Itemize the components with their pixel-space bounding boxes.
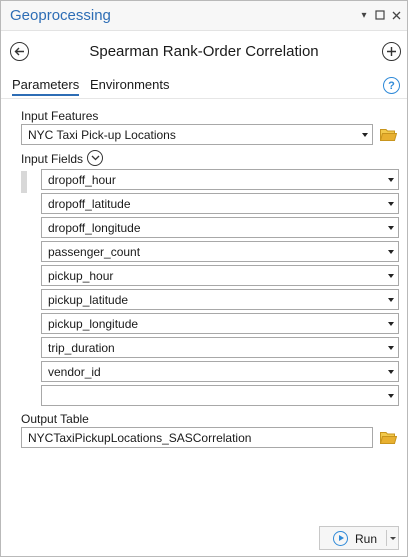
chevron-down-icon <box>388 274 394 278</box>
chevron-down-icon <box>388 178 394 182</box>
field-select-empty[interactable] <box>41 385 399 406</box>
close-icon[interactable] <box>389 8 403 22</box>
chevron-down-icon <box>388 226 394 230</box>
play-icon <box>333 531 348 546</box>
field-select-3[interactable]: dropoff_longitude <box>41 217 399 238</box>
field-select-6[interactable]: pickup_latitude <box>41 289 399 310</box>
run-dropdown-icon[interactable] <box>390 537 396 540</box>
chevron-down-icon <box>388 394 394 398</box>
pane-title: Geoprocessing <box>10 7 111 24</box>
chevron-down-icon <box>388 346 394 350</box>
field-value: dropoff_hour <box>48 173 116 187</box>
field-select-5[interactable]: pickup_hour <box>41 265 399 286</box>
output-table-input[interactable]: NYCTaxiPickupLocations_SASCorrelation <box>21 427 373 448</box>
field-select-1[interactable]: dropoff_hour <box>41 169 399 190</box>
browse-folder-icon[interactable] <box>380 128 397 141</box>
field-value: vendor_id <box>48 365 101 379</box>
field-select-2[interactable]: dropoff_latitude <box>41 193 399 214</box>
output-table-label: Output Table <box>21 412 89 426</box>
run-separator <box>386 530 387 546</box>
field-select-7[interactable]: pickup_longitude <box>41 313 399 334</box>
field-value: pickup_longitude <box>48 317 139 331</box>
tab-divider <box>1 98 407 99</box>
expand-chevron-icon[interactable] <box>87 150 103 166</box>
input-features-select[interactable]: NYC Taxi Pick-up Locations <box>21 124 373 145</box>
field-select-9[interactable]: vendor_id <box>41 361 399 382</box>
input-features-label: Input Features <box>21 109 99 123</box>
run-button[interactable]: Run <box>319 526 399 550</box>
geoprocessing-pane: Geoprocessing ▾ Spearman Rank-Order Corr… <box>0 0 408 557</box>
pane-titlebar: Geoprocessing ▾ <box>1 1 407 31</box>
chevron-down-icon <box>388 202 394 206</box>
field-value: trip_duration <box>48 341 115 355</box>
tab-parameters[interactable]: Parameters <box>12 77 80 96</box>
chevron-down-icon <box>388 250 394 254</box>
chevron-down-icon <box>388 322 394 326</box>
field-value: passenger_count <box>48 245 141 259</box>
drag-grip-icon[interactable] <box>21 171 27 193</box>
chevron-down-icon <box>388 370 394 374</box>
tab-environments[interactable]: Environments <box>90 77 169 94</box>
browse-folder-icon[interactable] <box>380 431 397 444</box>
tool-header: Spearman Rank-Order Correlation <box>1 37 407 67</box>
tool-title: Spearman Rank-Order Correlation <box>89 43 319 60</box>
help-icon[interactable]: ? <box>383 77 400 94</box>
chevron-down-icon <box>362 133 368 137</box>
field-value: pickup_hour <box>48 269 114 283</box>
output-table-value: NYCTaxiPickupLocations_SASCorrelation <box>28 431 252 445</box>
field-value: dropoff_latitude <box>48 197 131 211</box>
add-button[interactable] <box>382 42 401 61</box>
field-value: pickup_latitude <box>48 293 129 307</box>
pin-icon[interactable]: ▾ <box>357 8 371 22</box>
field-value: dropoff_longitude <box>48 221 141 235</box>
input-fields-label: Input Fields <box>21 152 84 166</box>
run-label: Run <box>355 532 378 546</box>
chevron-down-icon <box>388 298 394 302</box>
maximize-icon[interactable] <box>373 8 387 22</box>
plus-icon <box>387 47 396 56</box>
field-select-4[interactable]: passenger_count <box>41 241 399 262</box>
field-select-8[interactable]: trip_duration <box>41 337 399 358</box>
input-features-value: NYC Taxi Pick-up Locations <box>28 128 176 142</box>
